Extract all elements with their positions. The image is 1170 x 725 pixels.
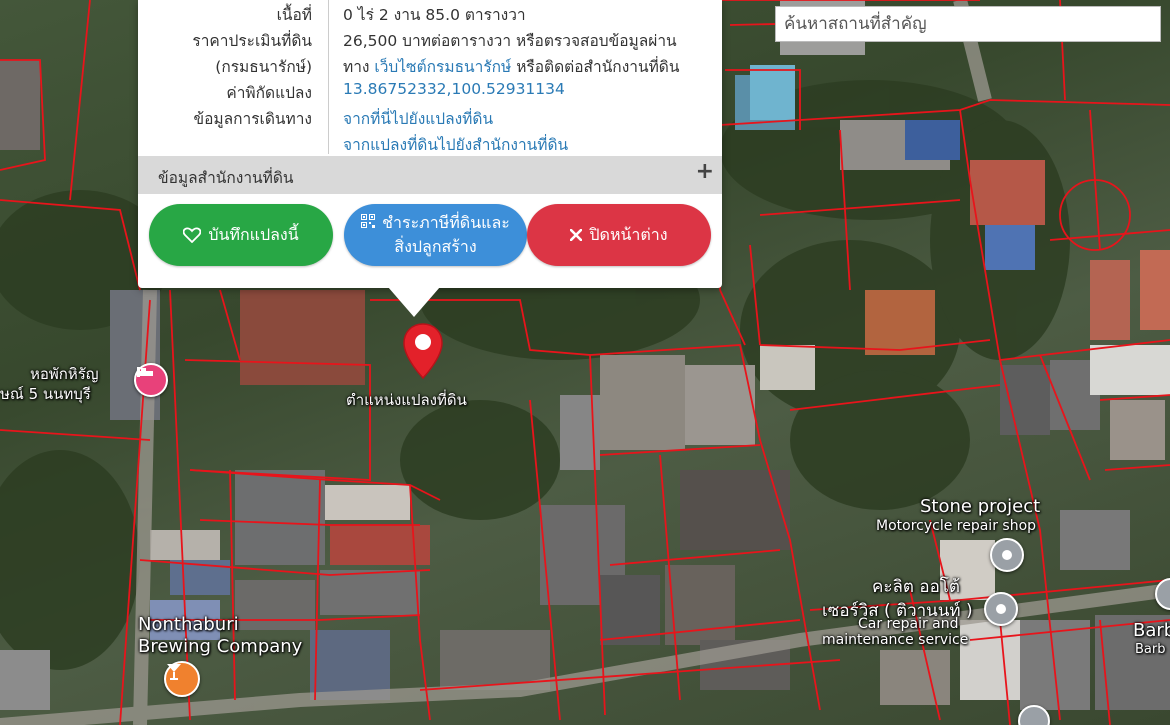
pay-land-tax-button[interactable]: ชำระภาษีที่ดินและ สิ่งปลูกสร้าง: [344, 204, 527, 266]
expand-plus-icon[interactable]: +: [696, 159, 714, 184]
treasury-label: (กรมธนารักษ์): [215, 58, 312, 76]
poi-kalit-name-line1: คะลิต ออโต้: [872, 577, 960, 597]
area-value: 0 ไร่ 2 งาน 85.0 ตารางวา: [343, 6, 526, 24]
directions-to-parcel-link[interactable]: จากที่นี่ไปยังแปลงที่ดิน: [343, 106, 493, 131]
poi-hotel-name-line2: ษณ์ 5 นนทบุรี: [0, 385, 91, 403]
poi-brewing-name-line1: Nonthaburi: [138, 614, 239, 635]
save-parcel-label: บันทึกแปลงนี้: [208, 225, 299, 244]
save-parcel-button[interactable]: บันทึกแปลงนี้: [149, 204, 333, 266]
appraisal-value: 26,500 บาทต่อตารางวา หรือตรวจสอบข้อมูลผ่…: [343, 32, 677, 50]
directions-to-office-link[interactable]: จากแปลงที่ดินไปยังสำนักงานที่ดิน: [343, 132, 568, 157]
place-search-input[interactable]: [775, 6, 1161, 42]
info-row-travel-2: จากแปลงที่ดินไปยังสำนักงานที่ดิน: [138, 132, 722, 158]
area-label: เนื้อที่: [276, 6, 312, 24]
info-row-appraisal: ราคาประเมินที่ดิน 26,500 บาทต่อตารางวา ห…: [138, 28, 722, 54]
coordinates-label: ค่าพิกัดแปลง: [226, 84, 312, 102]
poi-stone-project-name: Stone project: [920, 496, 1041, 517]
repair-icon[interactable]: [990, 538, 1024, 572]
pay-land-tax-line1-row: ชำระภาษีที่ดินและ: [361, 211, 510, 235]
info-row-area: เนื้อที่ 0 ไร่ 2 งาน 85.0 ตารางวา: [138, 2, 722, 28]
info-row-coordinates: ค่าพิกัดแปลง 13.86752332,100.52931134: [138, 80, 722, 106]
parcel-info-popup: เนื้อที่ 0 ไร่ 2 งาน 85.0 ตารางวา ราคาปร…: [138, 0, 722, 288]
treasury-value: ทาง เว็บไซต์กรมธนารักษ์ หรือติดต่อสำนักง…: [343, 54, 679, 79]
appraisal-label: ราคาประเมินที่ดิน: [192, 32, 312, 50]
hotel-icon[interactable]: [134, 363, 168, 397]
treasury-website-link[interactable]: เว็บไซต์กรมธนารักษ์: [374, 58, 511, 76]
pay-land-tax-line2: สิ่งปลูกสร้าง: [394, 237, 477, 256]
parcel-marker-icon[interactable]: [402, 322, 444, 380]
treasury-suffix: หรือติดต่อสำนักงานที่ดิน: [511, 58, 680, 76]
pay-land-tax-line1: ชำระภาษีที่ดินและ: [382, 213, 510, 232]
close-popup-label: ปิดหน้าต่าง: [589, 225, 668, 244]
treasury-prefix: ทาง: [343, 58, 375, 76]
land-office-section-label: ข้อมูลสำนักงานที่ดิน: [158, 169, 294, 187]
parcel-marker-label: ตำแหน่งแปลงที่ดิน: [346, 391, 467, 409]
pay-land-tax-content: ชำระภาษีที่ดินและ สิ่งปลูกสร้าง: [361, 211, 510, 259]
close-popup-button[interactable]: ปิดหน้าต่าง: [527, 204, 711, 266]
coordinates-link[interactable]: 13.86752332,100.52931134: [343, 80, 565, 98]
info-row-travel: ข้อมูลการเดินทาง จากที่นี่ไปยังแปลงที่ดิ…: [138, 106, 722, 132]
info-row-treasury: (กรมธนารักษ์) ทาง เว็บไซต์กรมธนารักษ์ หร…: [138, 54, 722, 80]
poi-kalit-subtitle-line2: maintenance service: [822, 632, 969, 648]
poi-barb-name-line2: Barb: [1135, 642, 1166, 657]
qr-code-icon: [361, 214, 376, 228]
popup-pointer: [388, 287, 440, 317]
close-icon: [570, 229, 583, 241]
repair-icon[interactable]: [984, 592, 1018, 626]
travel-label: ข้อมูลการเดินทาง: [193, 110, 312, 128]
land-office-section-toggle[interactable]: ข้อมูลสำนักงานที่ดิน +: [138, 156, 722, 194]
poi-kalit-subtitle-line1: Car repair and: [858, 616, 959, 632]
poi-stone-project-subtitle: Motorcycle repair shop: [876, 518, 1037, 534]
bar-icon[interactable]: [164, 661, 200, 697]
poi-brewing-name-line2: Brewing Company: [138, 636, 303, 657]
poi-barb-name-line1: Barb: [1133, 620, 1170, 641]
heart-icon: [183, 227, 202, 243]
